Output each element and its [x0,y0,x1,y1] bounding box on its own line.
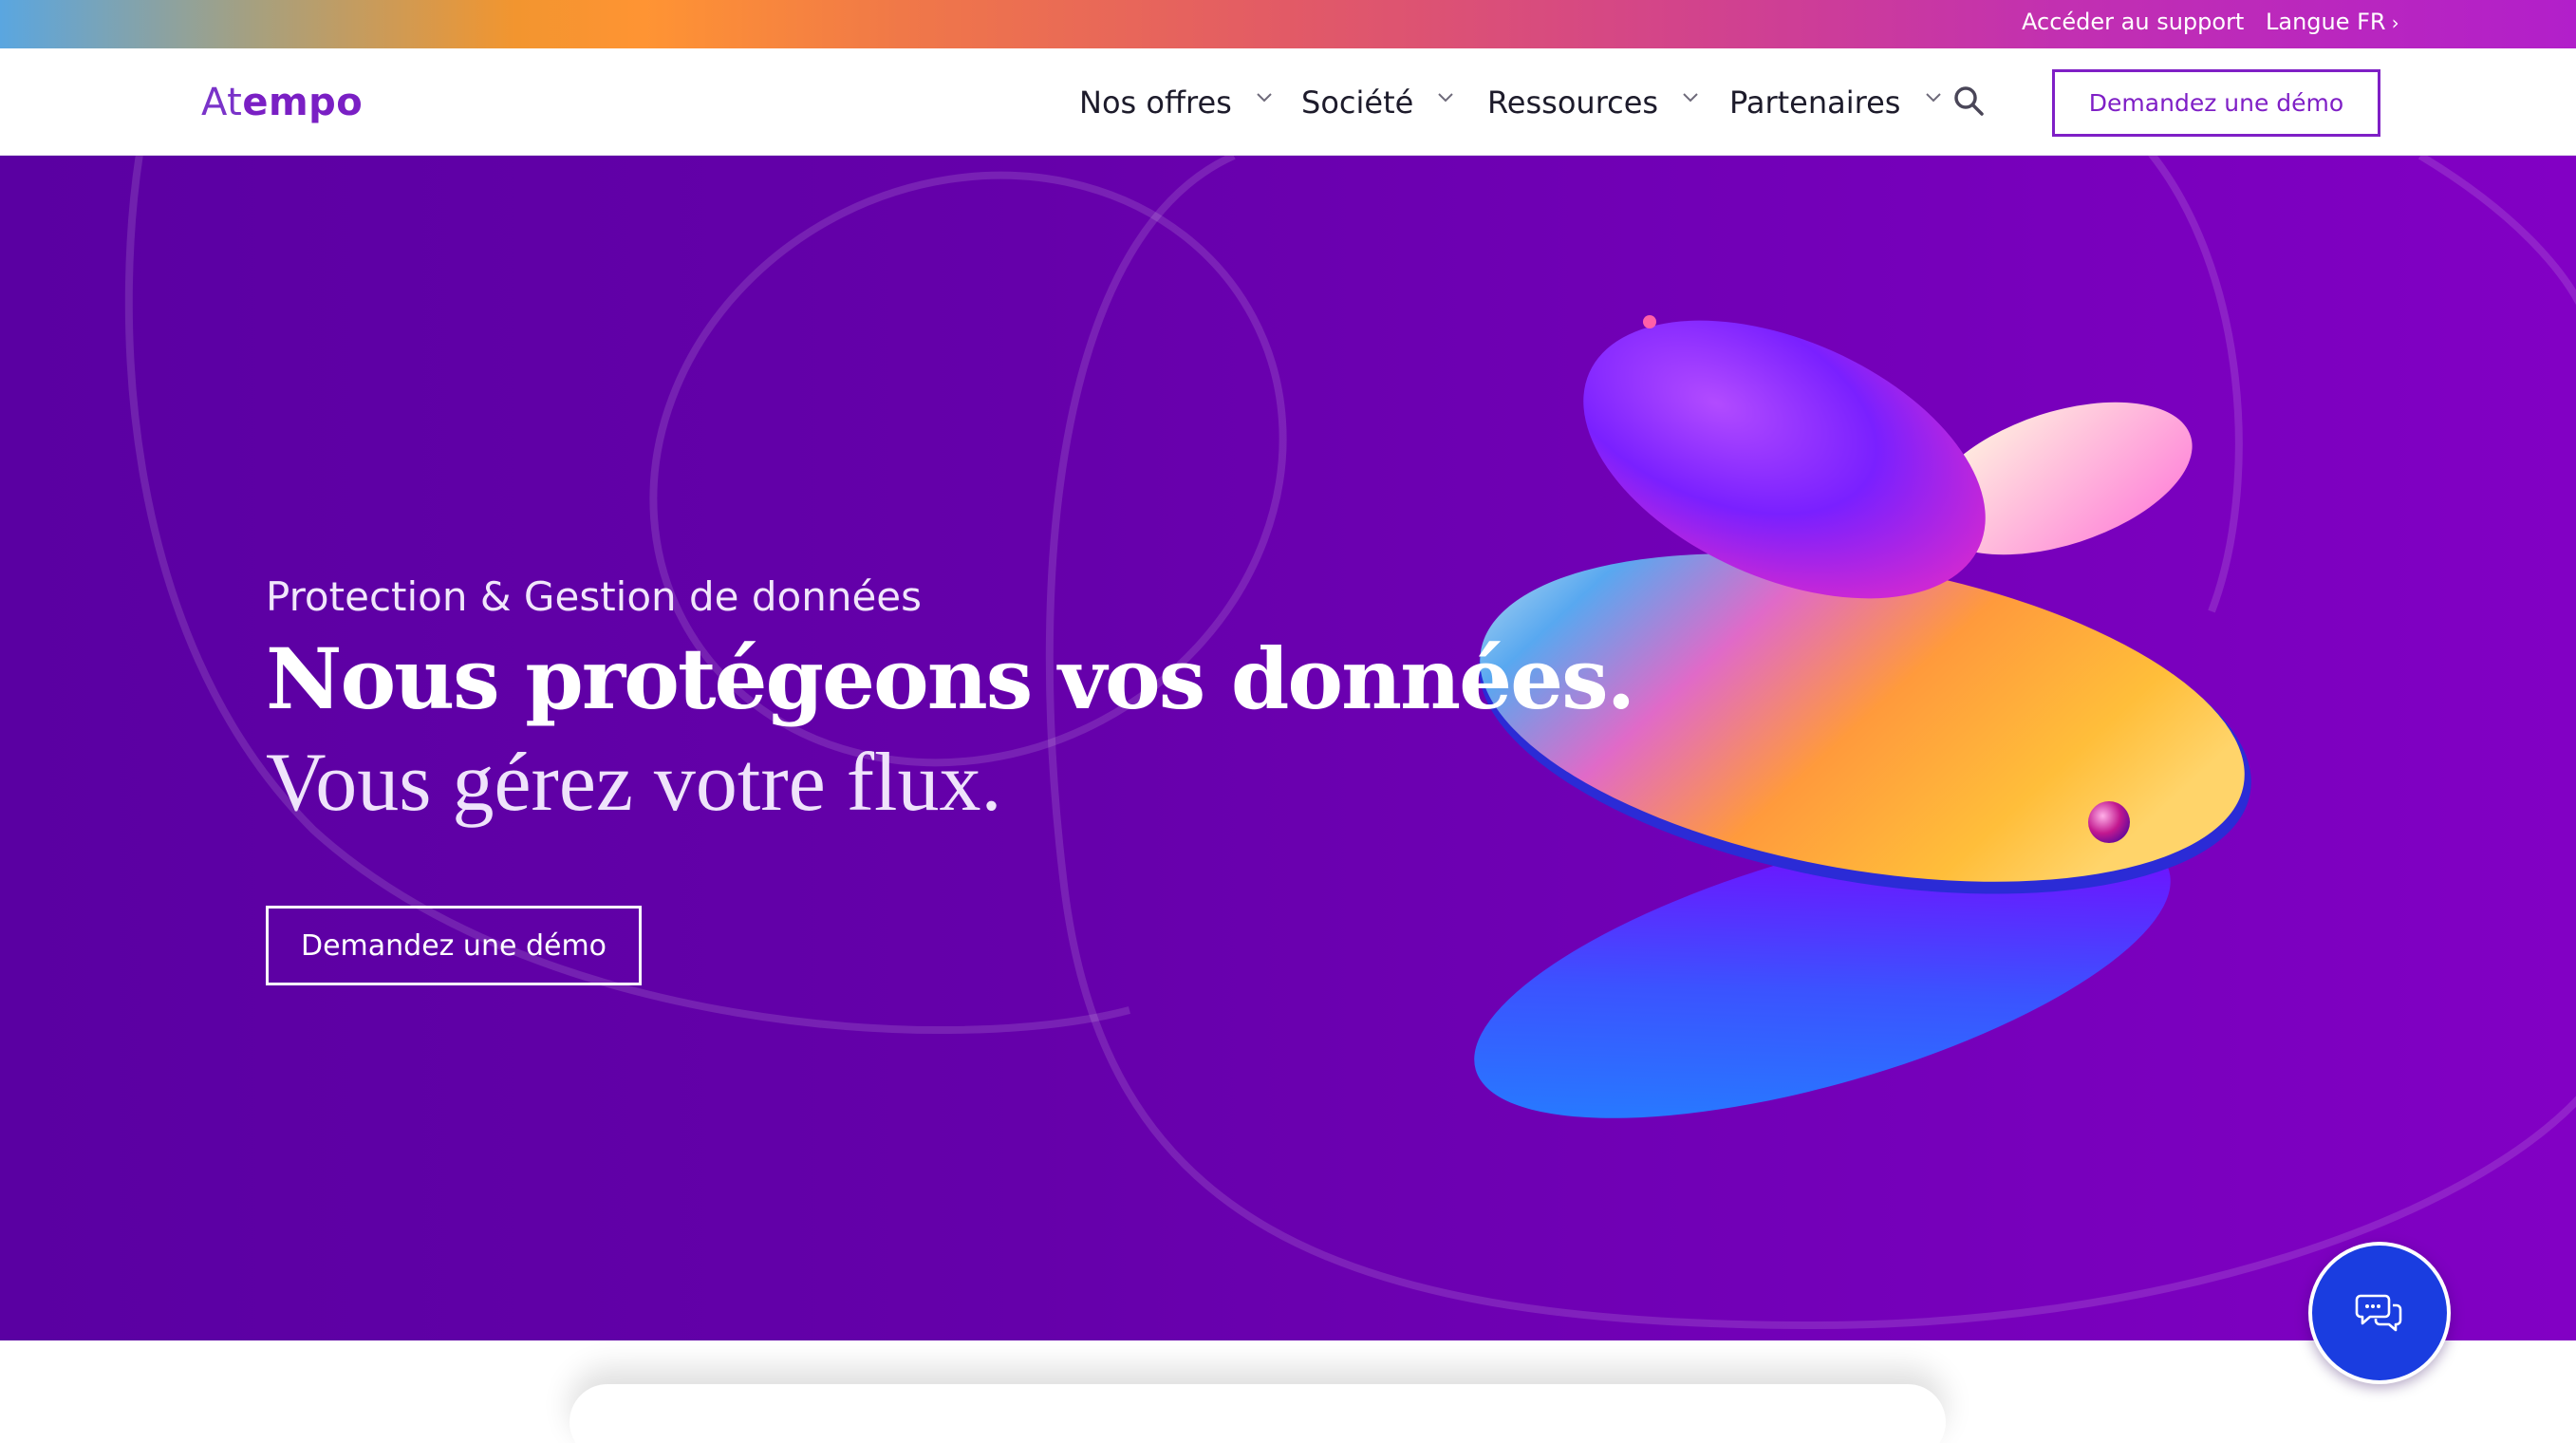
language-selector[interactable]: Langue FR › [2266,0,2399,48]
nav-label: Ressources [1487,84,1659,121]
logo-text-b: empo [242,81,364,124]
search-button[interactable] [1952,84,1987,119]
next-section-card [569,1384,1946,1443]
chat-bubbles-icon [2355,1294,2402,1332]
hero-section: Protection & Gestion de données Nous pro… [0,156,2576,1340]
hero-title-line2: Vous gérez votre flux. [266,737,1002,829]
chevron-down-icon [1438,93,1454,108]
demo-request-button[interactable]: Demandez une démo [2052,69,2380,137]
chevron-down-icon [1925,93,1941,108]
atempo-logo[interactable]: Atempo [201,77,363,128]
language-label: Langue FR [2266,9,2386,35]
nav-item-partenaires[interactable]: Partenaires [1729,77,1941,128]
chat-button[interactable] [2308,1242,2451,1384]
nav-item-societe[interactable]: Société [1301,77,1454,128]
hero-demo-button[interactable]: Demandez une démo [266,906,642,985]
nav-label: Partenaires [1729,84,1901,121]
hero-subtitle: Protection & Gestion de données [266,573,923,620]
nav-label: Société [1301,84,1414,121]
top-utility-bar: Accéder au support Langue FR › [0,0,2576,48]
nav-item-nos-offres[interactable]: Nos offres [1079,77,1272,128]
chevron-right-icon: › [2391,11,2399,34]
support-link[interactable]: Accéder au support [2022,0,2244,48]
nav-label: Nos offres [1079,84,1232,121]
hero-title: Nous protégeons vos données. [266,629,1635,728]
main-header: Atempo Nos offres Société Ressources Par… [0,48,2576,156]
chevron-down-icon [1683,93,1698,108]
nav-item-ressources[interactable]: Ressources [1487,77,1698,128]
search-icon [1954,86,1984,116]
chevron-down-icon [1257,93,1272,108]
logo-text-a: At [201,81,243,124]
